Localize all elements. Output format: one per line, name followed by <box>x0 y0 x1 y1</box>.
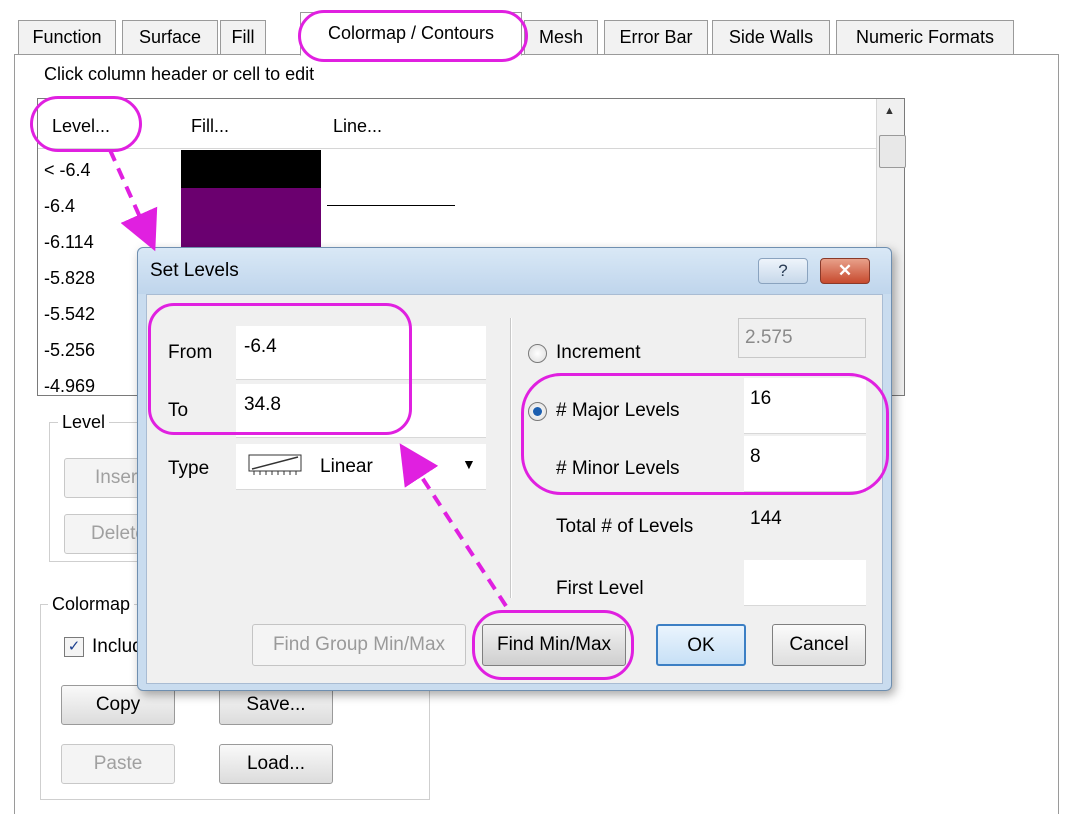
type-label: Type <box>168 458 210 479</box>
tab-surface[interactable]: Surface <box>122 20 218 54</box>
from-input[interactable]: -6.4 <box>236 326 486 380</box>
insert-button[interactable]: Insert <box>64 458 144 498</box>
from-label: From <box>168 342 213 363</box>
to-label: To <box>168 400 189 421</box>
minor-levels-input[interactable]: 8 <box>744 436 866 492</box>
fill-column-header[interactable]: Fill... <box>191 116 229 137</box>
tab-mesh[interactable]: Mesh <box>524 20 598 54</box>
level-cell[interactable]: -5.256 <box>44 340 95 361</box>
dropdown-arrow-icon[interactable]: ▼ <box>462 456 476 472</box>
fill-swatch[interactable] <box>181 188 321 224</box>
copy-button[interactable]: Copy <box>61 685 175 725</box>
increment-input[interactable]: 2.575 <box>738 318 866 358</box>
tab-error-bar[interactable]: Error Bar <box>604 20 708 54</box>
tab-side-walls[interactable]: Side Walls <box>712 20 830 54</box>
fill-swatch[interactable] <box>181 224 321 248</box>
total-levels-label: Total # of Levels <box>556 516 694 537</box>
line-sample[interactable] <box>327 205 455 206</box>
fill-swatch[interactable] <box>181 150 321 188</box>
set-levels-dialog: Set Levels ? ✕ From -6.4 To 34.8 Type Li… <box>137 247 892 691</box>
cancel-button[interactable]: Cancel <box>772 624 866 666</box>
level-cell[interactable]: -6.4 <box>44 196 75 217</box>
to-input[interactable]: 34.8 <box>236 384 486 438</box>
level-cell[interactable]: -5.828 <box>44 268 95 289</box>
load-button[interactable]: Load... <box>219 744 333 784</box>
line-column-header[interactable]: Line... <box>333 116 382 137</box>
include-checkbox[interactable]: ✓ <box>64 637 84 657</box>
help-icon[interactable]: ? <box>758 258 808 284</box>
level-cell[interactable]: -5.542 <box>44 304 95 325</box>
level-cell[interactable]: < -6.4 <box>44 160 91 181</box>
dialog-title: Set Levels <box>150 260 239 281</box>
major-levels-input[interactable]: 16 <box>744 378 866 434</box>
ok-button[interactable]: OK <box>656 624 746 666</box>
major-levels-radio[interactable] <box>528 402 547 421</box>
increment-label: Increment <box>556 342 641 363</box>
scroll-thumb[interactable] <box>879 135 906 168</box>
level-cell[interactable]: -6.114 <box>44 232 94 253</box>
scroll-up-icon[interactable]: ▲ <box>884 105 895 117</box>
find-group-minmax-button[interactable]: Find Group Min/Max <box>252 624 466 666</box>
level-group-label: Level <box>58 412 110 433</box>
linear-scale-icon <box>248 454 302 475</box>
first-level-input[interactable] <box>744 560 866 606</box>
tab-function[interactable]: Function <box>18 20 116 54</box>
save-button[interactable]: Save... <box>219 685 333 725</box>
increment-radio[interactable] <box>528 344 547 363</box>
first-level-label: First Level <box>556 578 644 599</box>
grid-header <box>38 99 880 149</box>
type-value: Linear <box>320 456 373 477</box>
find-minmax-button[interactable]: Find Min/Max <box>482 624 626 666</box>
level-cell[interactable]: -4.969 <box>44 376 95 395</box>
edit-hint: Click column header or cell to edit <box>44 64 315 84</box>
paste-button[interactable]: Paste <box>61 744 175 784</box>
tab-fill[interactable]: Fill <box>220 20 266 54</box>
total-levels-value: 144 <box>750 508 782 529</box>
delete-button[interactable]: Delete <box>64 514 144 554</box>
major-levels-label: # Major Levels <box>556 400 680 421</box>
minor-levels-label: # Minor Levels <box>556 458 680 479</box>
colormap-group-label: Colormap <box>48 594 135 615</box>
level-column-header[interactable]: Level... <box>52 116 110 137</box>
close-icon[interactable]: ✕ <box>820 258 870 284</box>
tab-colormap-contours[interactable]: Colormap / Contours <box>300 12 522 56</box>
tab-numeric-formats[interactable]: Numeric Formats <box>836 20 1014 54</box>
column-divider <box>510 318 512 598</box>
